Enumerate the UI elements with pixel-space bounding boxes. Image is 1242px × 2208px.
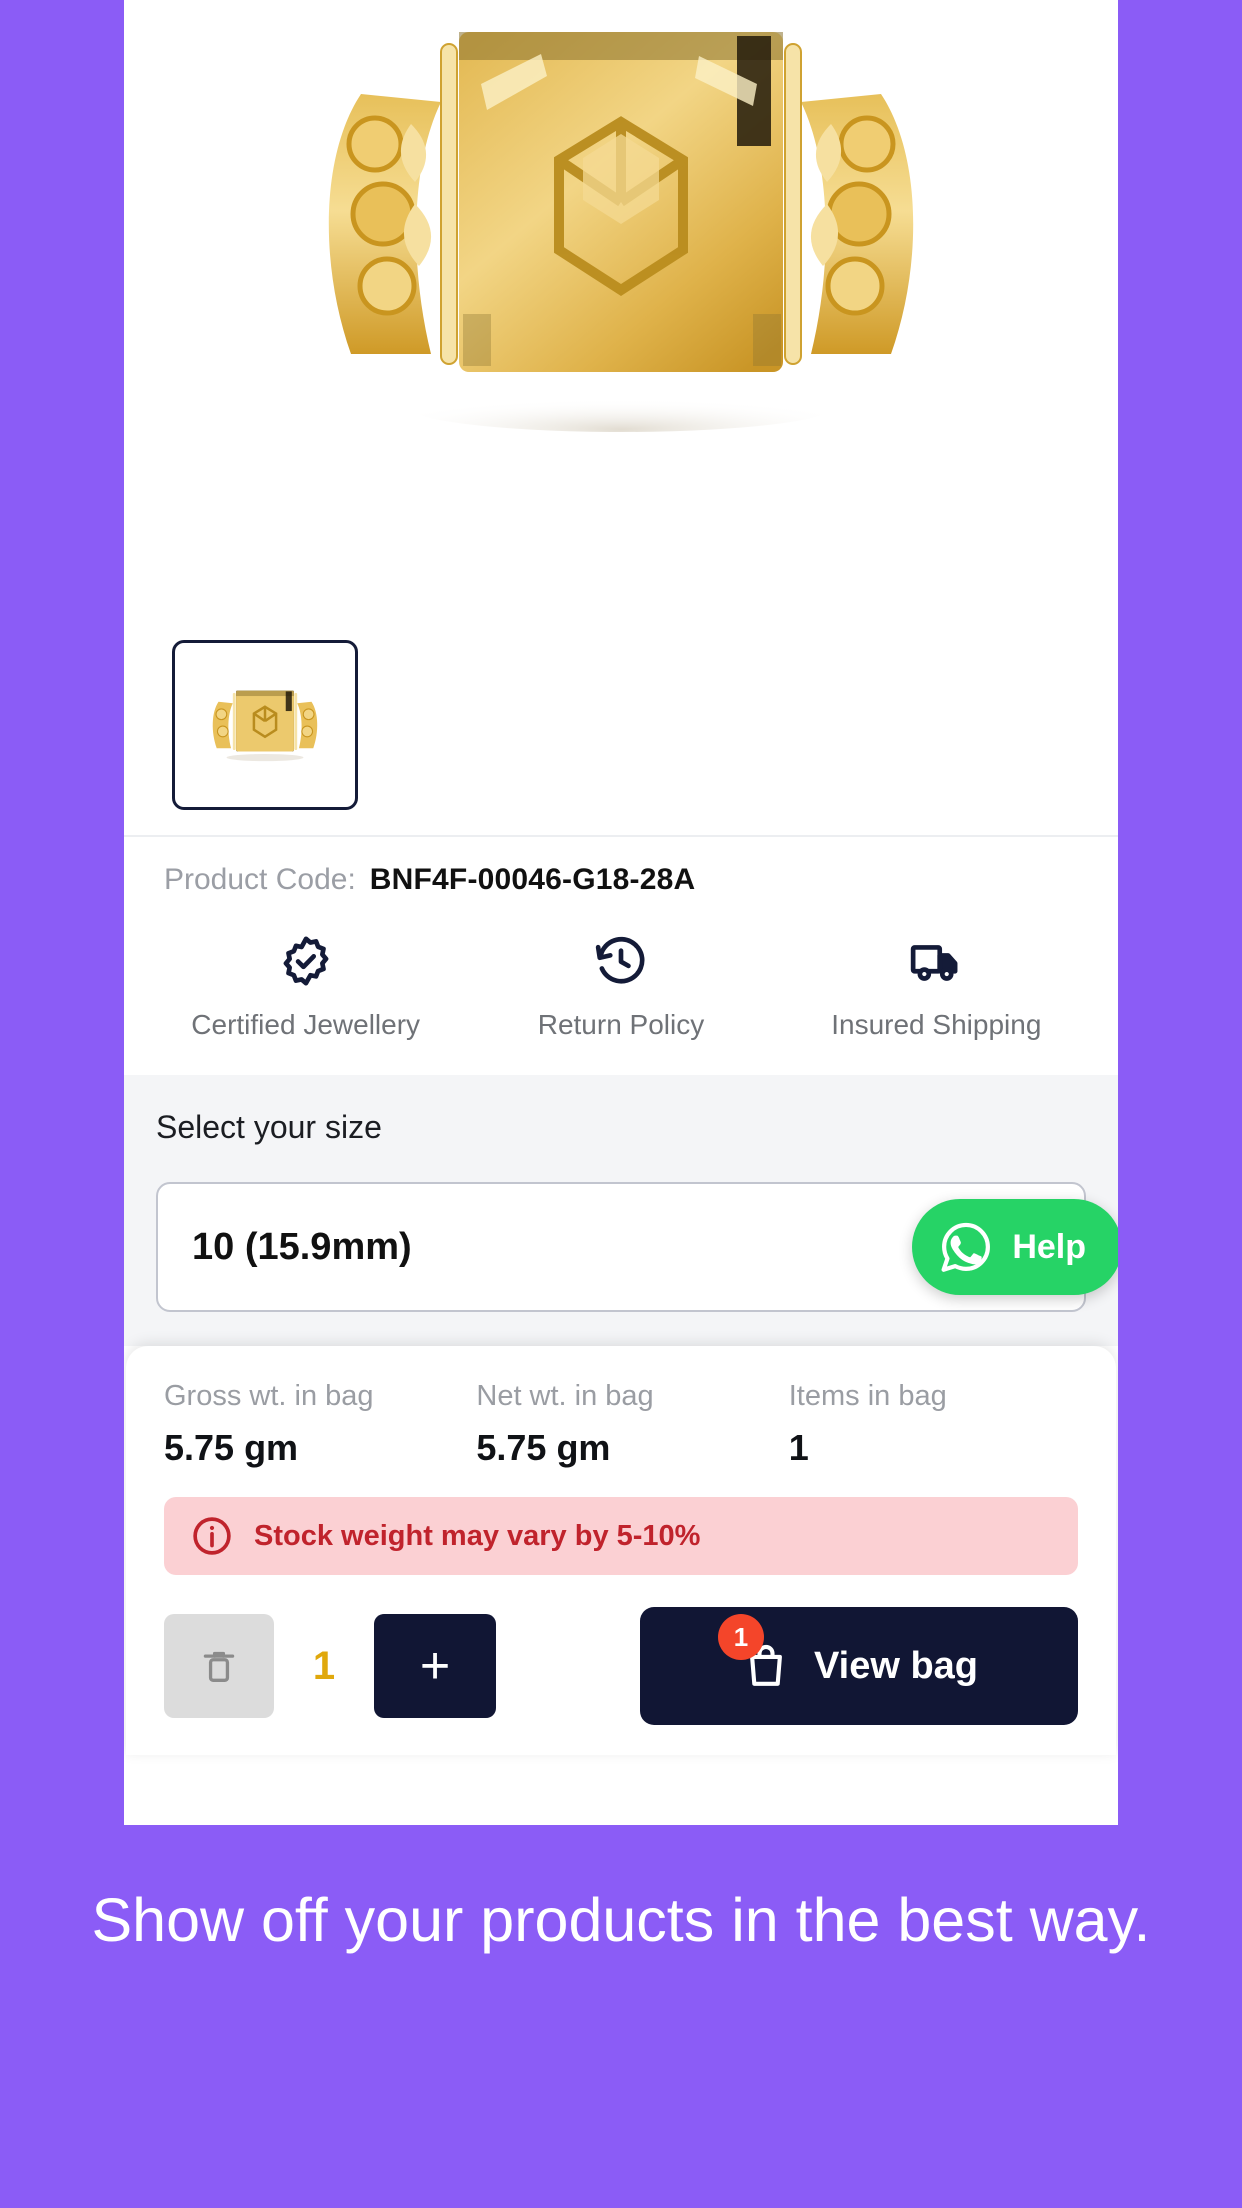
whatsapp-glyph bbox=[941, 1222, 991, 1272]
plus-icon: + bbox=[419, 1637, 451, 1695]
certificate-check-icon bbox=[278, 933, 334, 989]
bag-items-count: Items in bag 1 bbox=[789, 1380, 1078, 1469]
app-screen: Product Code: BNF4F-00046-G18-28A Certif… bbox=[124, 0, 1118, 1825]
product-hero-image[interactable] bbox=[124, 0, 1118, 620]
info-circle-icon bbox=[190, 1514, 234, 1558]
bag-column-label: Gross wt. in bag bbox=[164, 1380, 374, 1412]
bag-gross-weight: Gross wt. in bag 5.75 gm bbox=[164, 1380, 476, 1469]
bag-item-count-badge: 1 bbox=[717, 1614, 764, 1660]
delete-item-button[interactable] bbox=[164, 1614, 274, 1718]
promo-caption: Show off your products in the best way. bbox=[91, 1886, 1151, 1954]
whatsapp-icon bbox=[938, 1219, 994, 1275]
trust-badge-return[interactable]: Return Policy bbox=[463, 933, 778, 1041]
stock-weight-warning-text: Stock weight may vary by 5-10% bbox=[254, 1519, 701, 1552]
bag-column-label: Items in bag bbox=[788, 1380, 947, 1412]
view-bag-button[interactable]: 1 View bag bbox=[640, 1607, 1078, 1725]
size-selection-section: Select your size 10 (15.9mm) Help bbox=[124, 1075, 1118, 1346]
quantity-value: 1 bbox=[312, 1643, 336, 1688]
whatsapp-help-button[interactable]: Help bbox=[912, 1199, 1118, 1295]
stock-weight-warning: Stock weight may vary by 5-10% bbox=[164, 1497, 1078, 1575]
bag-action-bar: 1 + 1 View bag bbox=[164, 1607, 1078, 1755]
product-code-band: Product Code: BNF4F-00046-G18-28A bbox=[124, 835, 1118, 907]
trust-badges-row: Certified Jewellery Return Policy Insure… bbox=[124, 907, 1118, 1075]
help-button-label: Help bbox=[1012, 1227, 1086, 1266]
trust-badge-label: Return Policy bbox=[537, 1009, 705, 1040]
bag-column-value: 5.75 gm bbox=[164, 1427, 299, 1468]
bag-column-label: Net wt. in bag bbox=[476, 1380, 654, 1412]
product-code-label: Product Code: bbox=[164, 863, 356, 896]
bag-net-weight: Net wt. in bag 5.75 gm bbox=[476, 1380, 788, 1469]
shopping-bag-icon: 1 bbox=[717, 1614, 792, 1692]
product-code-value: BNF4F-00046-G18-28A bbox=[369, 863, 696, 896]
trash-icon bbox=[197, 1644, 241, 1688]
bag-column-value: 1 bbox=[788, 1427, 809, 1468]
trust-badge-label: Certified Jewellery bbox=[191, 1009, 421, 1040]
increment-quantity-button[interactable]: + bbox=[374, 1614, 496, 1718]
size-section-heading: Select your size bbox=[156, 1109, 382, 1145]
bag-weight-row: Gross wt. in bag 5.75 gm Net wt. in bag … bbox=[164, 1380, 1078, 1469]
view-bag-label: View bag bbox=[813, 1644, 979, 1687]
return-clock-icon bbox=[593, 933, 649, 989]
size-select-dropdown[interactable]: 10 (15.9mm) Help bbox=[156, 1182, 1118, 1312]
trust-badge-certified[interactable]: Certified Jewellery bbox=[148, 933, 463, 1041]
trust-badge-label: Insured Shipping bbox=[831, 1009, 1042, 1040]
product-code-row: Product Code: BNF4F-00046-G18-28A bbox=[164, 863, 1078, 897]
size-selected-value: 10 (15.9mm) bbox=[192, 1225, 412, 1268]
product-thumbnail-1[interactable] bbox=[172, 640, 358, 810]
gold-ring-illustration bbox=[328, 32, 914, 432]
delivery-truck-icon bbox=[908, 933, 964, 989]
bag-column-value: 5.75 gm bbox=[476, 1427, 611, 1468]
quantity-stepper: 1 + bbox=[164, 1614, 496, 1718]
thumbnail-strip bbox=[124, 620, 1118, 835]
gold-ring-thumbnail-icon bbox=[212, 690, 318, 762]
bag-summary-card: Gross wt. in bag 5.75 gm Net wt. in bag … bbox=[126, 1346, 1116, 1755]
trust-badge-shipping[interactable]: Insured Shipping bbox=[779, 933, 1094, 1041]
